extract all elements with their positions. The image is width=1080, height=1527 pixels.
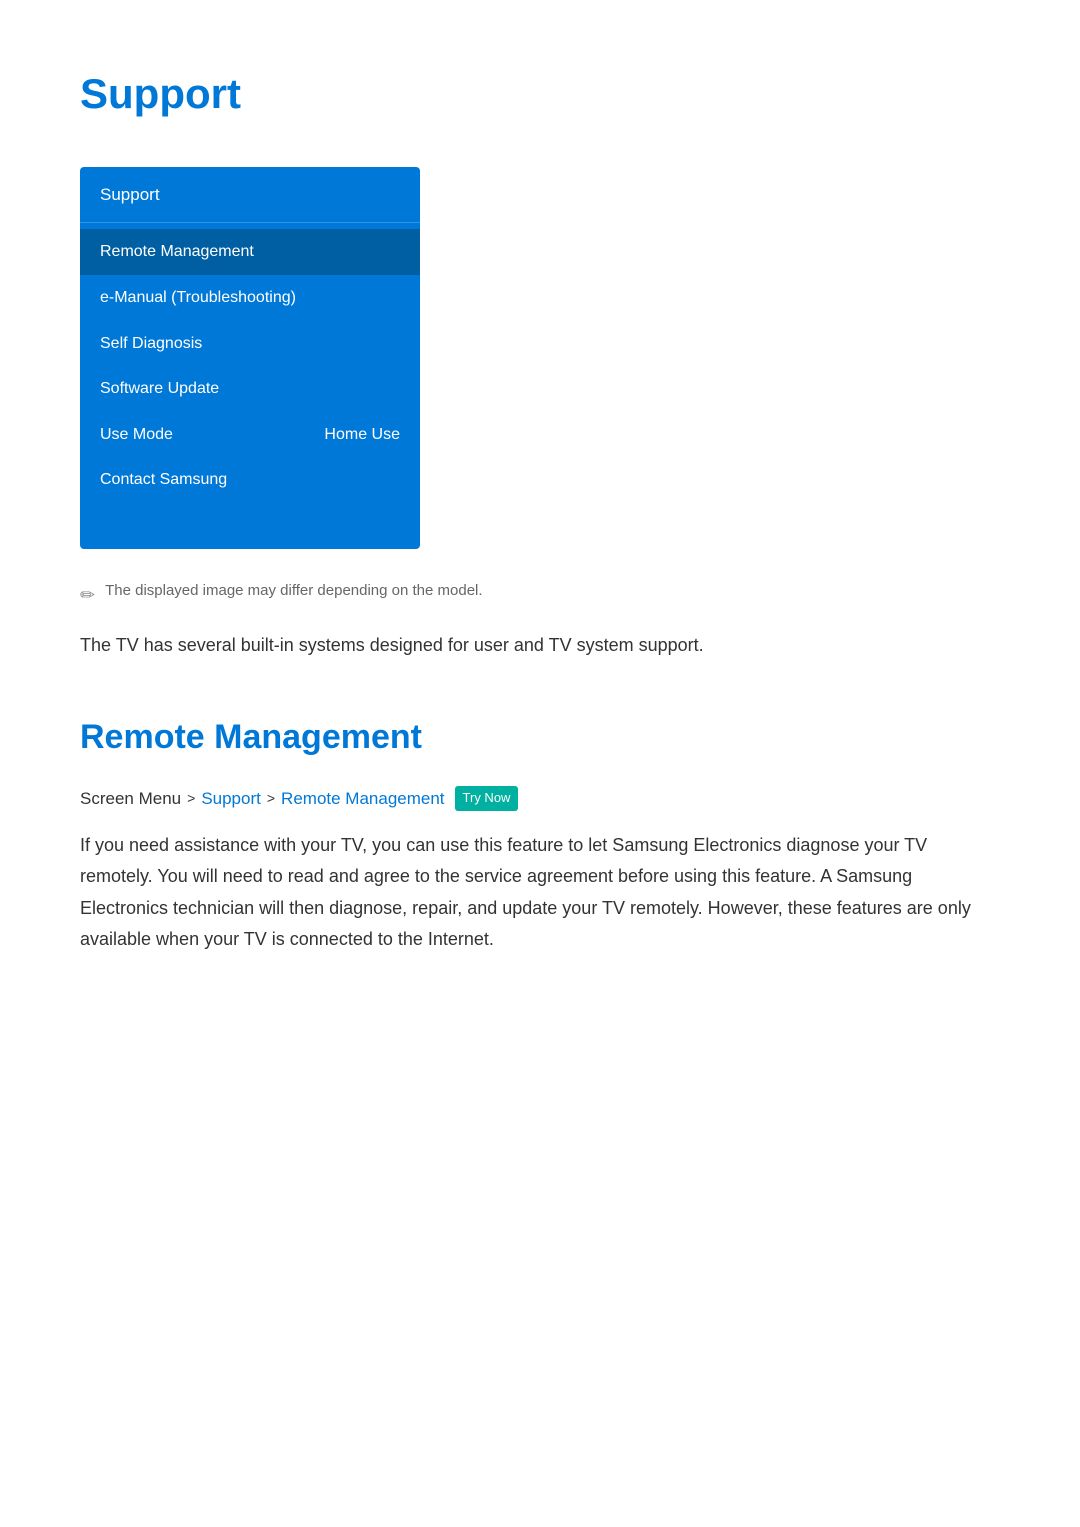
menu-item[interactable]: e-Manual (Troubleshooting): [80, 275, 420, 321]
menu-items: Remote Management e-Manual (Troubleshooti…: [80, 223, 420, 509]
breadcrumb-link-support[interactable]: Support: [201, 785, 261, 812]
try-now-badge[interactable]: Try Now: [455, 786, 519, 811]
menu-item-label: Software Update: [100, 376, 219, 402]
breadcrumb-root: Screen Menu: [80, 785, 181, 812]
menu-panel: Support Remote Management e-Manual (Troub…: [80, 167, 420, 549]
breadcrumb-sep1: >: [187, 787, 195, 809]
menu-item-label: Use Mode: [100, 422, 173, 448]
pencil-icon: ✏: [80, 581, 95, 610]
breadcrumb-link-remote[interactable]: Remote Management: [281, 785, 444, 812]
note-row: ✏ The displayed image may differ dependi…: [80, 579, 1000, 610]
menu-item[interactable]: Contact Samsung: [80, 457, 420, 503]
body-text: If you need assistance with your TV, you…: [80, 830, 1000, 956]
menu-item-label: Self Diagnosis: [100, 331, 202, 357]
menu-item[interactable]: Remote Management: [80, 229, 420, 275]
menu-header: Support: [80, 167, 420, 223]
menu-item-label: Contact Samsung: [100, 467, 227, 493]
menu-spacer: [80, 509, 420, 549]
section-title: Remote Management: [80, 710, 1000, 764]
page-title: Support: [80, 60, 1000, 127]
breadcrumb: Screen Menu > Support > Remote Managemen…: [80, 785, 1000, 812]
menu-item-label: Remote Management: [100, 239, 254, 265]
breadcrumb-sep2: >: [267, 787, 275, 809]
menu-item-label: e-Manual (Troubleshooting): [100, 285, 296, 311]
menu-item[interactable]: Use Mode Home Use: [80, 412, 420, 458]
note-text: The displayed image may differ depending…: [105, 579, 482, 603]
menu-item[interactable]: Self Diagnosis: [80, 321, 420, 367]
description-text: The TV has several built-in systems desi…: [80, 630, 1000, 661]
menu-item-value: Home Use: [324, 422, 400, 448]
menu-item[interactable]: Software Update: [80, 366, 420, 412]
